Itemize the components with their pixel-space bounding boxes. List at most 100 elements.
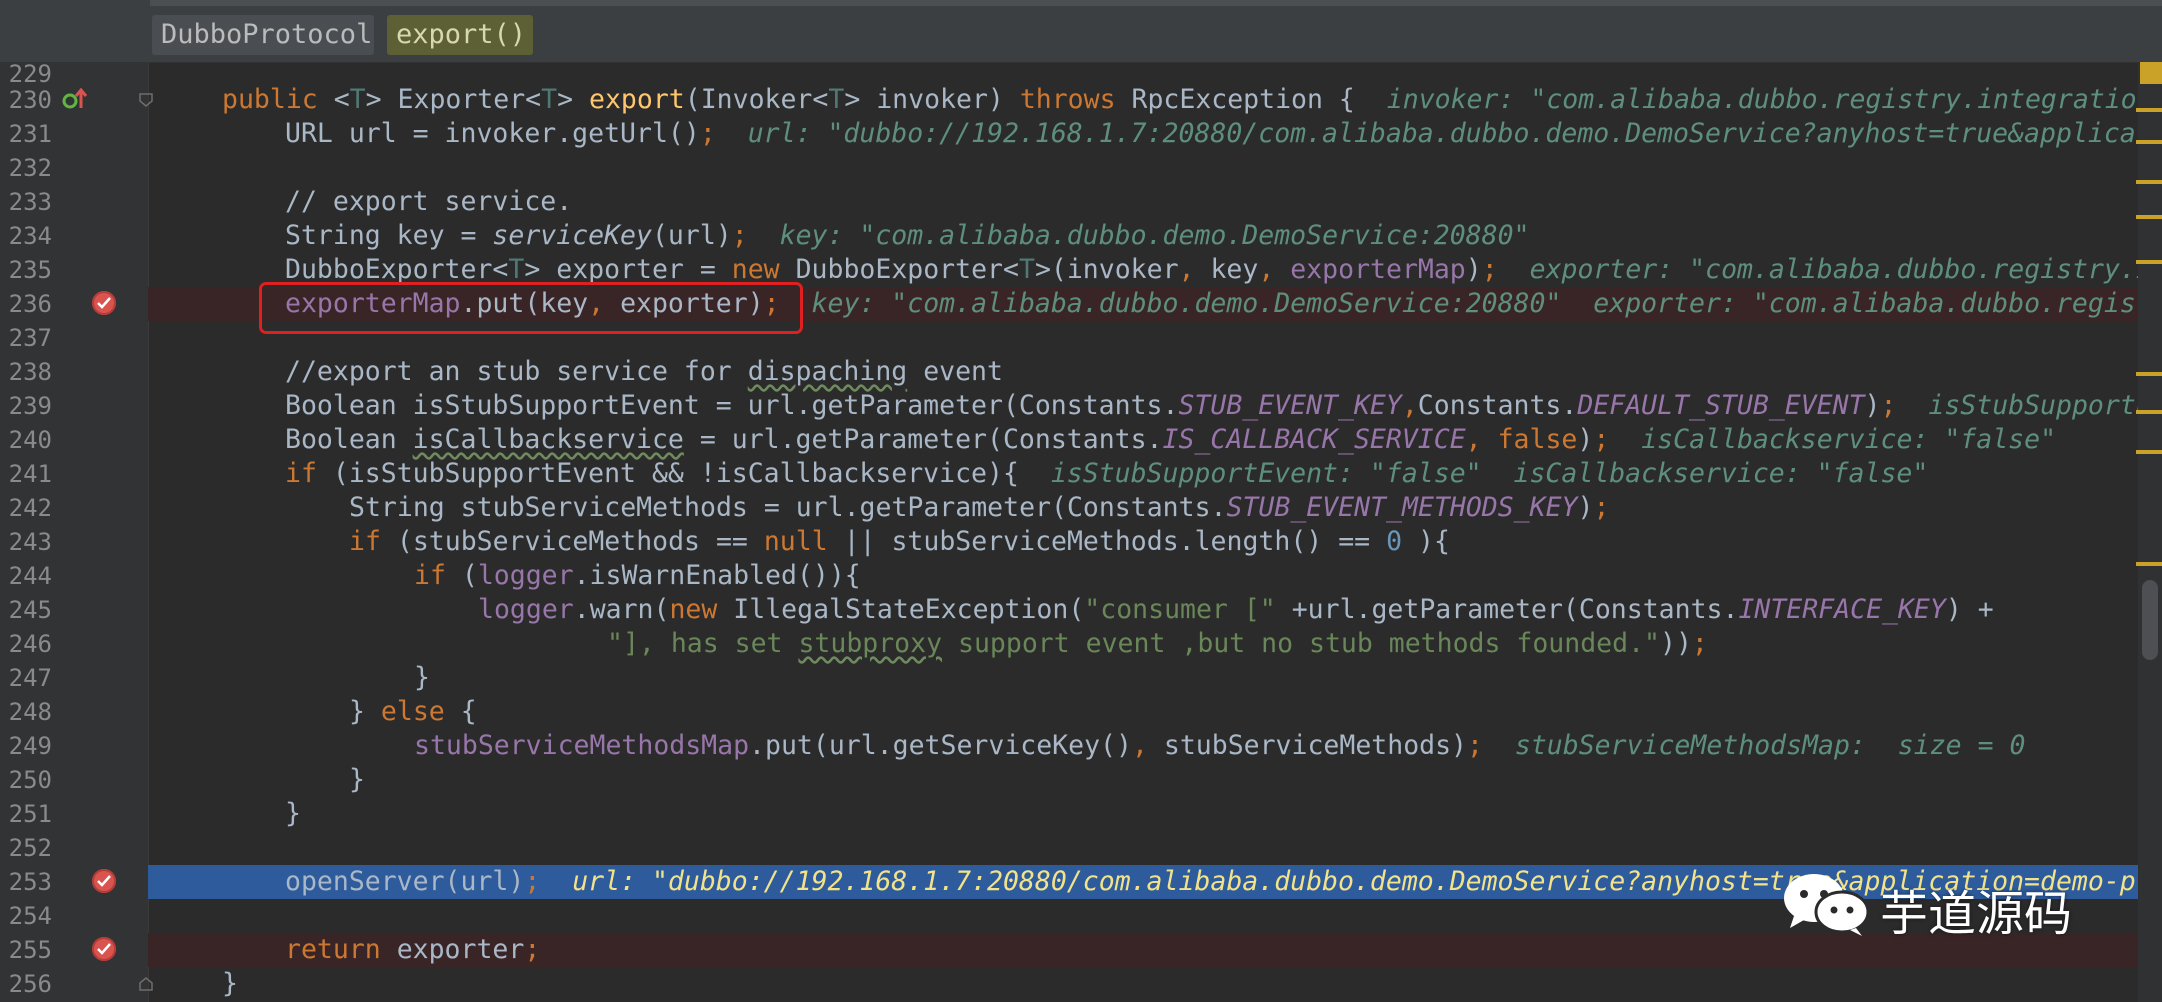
inline-debug-value: isStubSupportE [1896,390,2152,421]
stripe-marker[interactable] [2136,140,2162,144]
breadcrumb-method[interactable]: export() [387,15,533,55]
line-number: 240 [8,426,52,454]
code-line-239[interactable]: 239 Boolean isStubSupportEvent = url.get… [0,389,2162,423]
code-line-230[interactable]: 230 public <T> Exporter<T> export(Invoke… [0,83,2162,117]
inline-debug-value: stubServiceMethodsMap: size = 0 [1482,730,2026,761]
code-text: } else { [349,696,477,727]
code-line-233[interactable]: 233 // export service. [0,185,2162,219]
fold-marker-icon[interactable] [138,92,154,108]
code-text: } [414,662,430,693]
code-text: URL url = invoker.getUrl(); url: "dubbo:… [285,118,2152,149]
watermark-text: 芋道源码 [1880,886,2073,942]
code-text: Boolean isStubSupportEvent = url.getPara… [285,390,2152,421]
code-line-250[interactable]: 250 } [0,763,2162,797]
line-number: 241 [8,460,52,488]
code-line-241[interactable]: 241 if (isStubSupportEvent && !isCallbac… [0,457,2162,491]
fold-marker-icon[interactable] [138,976,154,992]
breakpoint-check-icon[interactable] [92,291,116,315]
line-number: 232 [8,154,52,182]
line-number: 250 [8,766,52,794]
code-line-247[interactable]: 247 } [0,661,2162,695]
code-text: } [349,764,365,795]
line-number: 253 [8,868,52,896]
ide-editor-window: DubboProtocol export() 229 230 public <T… [0,0,2162,1002]
code-line-256[interactable]: 256 } [0,967,2162,1001]
override-up-arrow-icon[interactable] [62,87,88,112]
inline-debug-value: key: "com.alibaba.dubbo.demo.DemoService… [779,288,2152,319]
code-line-246[interactable]: 246 "], has set stubproxy support event … [0,627,2162,661]
stripe-marker[interactable] [2136,108,2162,112]
inline-debug-value: url: "dubbo://192.168.1.7:20880/com.alib… [715,118,2152,149]
inline-debug-value: exporter: "com.alibaba.dubbo.registry.i [1497,254,2152,285]
line-number: 235 [8,256,52,284]
code-text: DubboExporter<T> exporter = new DubboExp… [285,254,2152,285]
code-line-252[interactable]: 252 [0,831,2162,865]
line-number: 237 [8,324,52,352]
line-number: 243 [8,528,52,556]
code-text: "], has set stubproxy support event ,but… [607,628,1708,659]
code-text: } [222,968,238,999]
code-line-248[interactable]: 248 } else { [0,695,2162,729]
line-number: 256 [8,970,52,998]
code-line-249[interactable]: 249 stubServiceMethodsMap.put(url.getSer… [0,729,2162,763]
code-line-238[interactable]: 238 //export an stub service for dispach… [0,355,2162,389]
line-number: 254 [8,902,52,930]
line-number: 242 [8,494,52,522]
code-line-242[interactable]: 242 String stubServiceMethods = url.getP… [0,491,2162,525]
stripe-marker[interactable] [2136,215,2162,219]
error-stripe-scrollbar[interactable] [2138,62,2162,1002]
breakpoint-check-icon[interactable] [92,937,116,961]
code-line-240[interactable]: 240 Boolean isCallbackservice = url.getP… [0,423,2162,457]
code-line-245[interactable]: 245 logger.warn(new IllegalStateExceptio… [0,593,2162,627]
code-comment: //export an stub service for dispaching … [285,356,1003,387]
code-line-244[interactable]: 244 if (logger.isWarnEnabled()){ [0,559,2162,593]
code-text: if (stubServiceMethods == null || stubSe… [349,526,1450,557]
line-number: 246 [8,630,52,658]
line-number: 236 [8,290,52,318]
editor-tab-strip-edge [150,0,2162,6]
code-text: return exporter; [285,934,541,965]
line-number: 248 [8,698,52,726]
line-number: 251 [8,800,52,828]
breadcrumb-class[interactable]: DubboProtocol [152,15,374,55]
code-text: } [285,798,301,829]
warning-indicator-icon[interactable] [2140,62,2162,84]
line-number: 247 [8,664,52,692]
line-number: 249 [8,732,52,760]
stripe-marker[interactable] [2136,450,2162,454]
line-number: 234 [8,222,52,250]
inline-debug-value: isStubSupportEvent: "false" isCallbackse… [1018,458,1929,489]
code-text: Boolean isCallbackservice = url.getParam… [285,424,2057,455]
code-line-234[interactable]: 234 String key = serviceKey(url); key: "… [0,219,2162,253]
line-number: 233 [8,188,52,216]
code-line-243[interactable]: 243 if (stubServiceMethods == null || st… [0,525,2162,559]
stripe-marker[interactable] [2136,372,2162,376]
stripe-marker[interactable] [2136,260,2162,264]
watermark: 芋道源码 [1780,870,2130,942]
code-text: public <T> Exporter<T> export(Invoker<T>… [222,84,2153,115]
line-number: 255 [8,936,52,964]
stripe-marker[interactable] [2136,562,2162,566]
line-number: 230 [8,86,52,114]
code-line-251[interactable]: 251 } [0,797,2162,831]
inline-debug-value: invoker: "com.alibaba.dubbo.registry.int… [1354,84,2153,115]
line-number: 231 [8,120,52,148]
inline-debug-value: key: "com.alibaba.dubbo.demo.DemoService… [747,220,1530,251]
line-number: 238 [8,358,52,386]
code-line-232[interactable]: 232 [0,151,2162,185]
breakpoint-check-icon[interactable] [92,869,116,893]
code-text: stubServiceMethodsMap.put(url.getService… [414,730,2026,761]
code-text: String stubServiceMethods = url.getParam… [349,492,1610,523]
line-number: 252 [8,834,52,862]
code-line-231[interactable]: 231 URL url = invoker.getUrl(); url: "du… [0,117,2162,151]
code-comment: // export service. [285,186,573,217]
line-number: 244 [8,562,52,590]
stripe-marker[interactable] [2136,410,2162,414]
stripe-marker[interactable] [2136,180,2162,184]
scrollbar-thumb[interactable] [2142,580,2158,660]
code-text: logger.warn(new IllegalStateException("c… [478,594,1994,625]
code-line-229[interactable]: 229 [0,50,2162,88]
line-number: 245 [8,596,52,624]
code-text: if (logger.isWarnEnabled()){ [414,560,861,591]
wechat-icon [1784,874,1870,936]
